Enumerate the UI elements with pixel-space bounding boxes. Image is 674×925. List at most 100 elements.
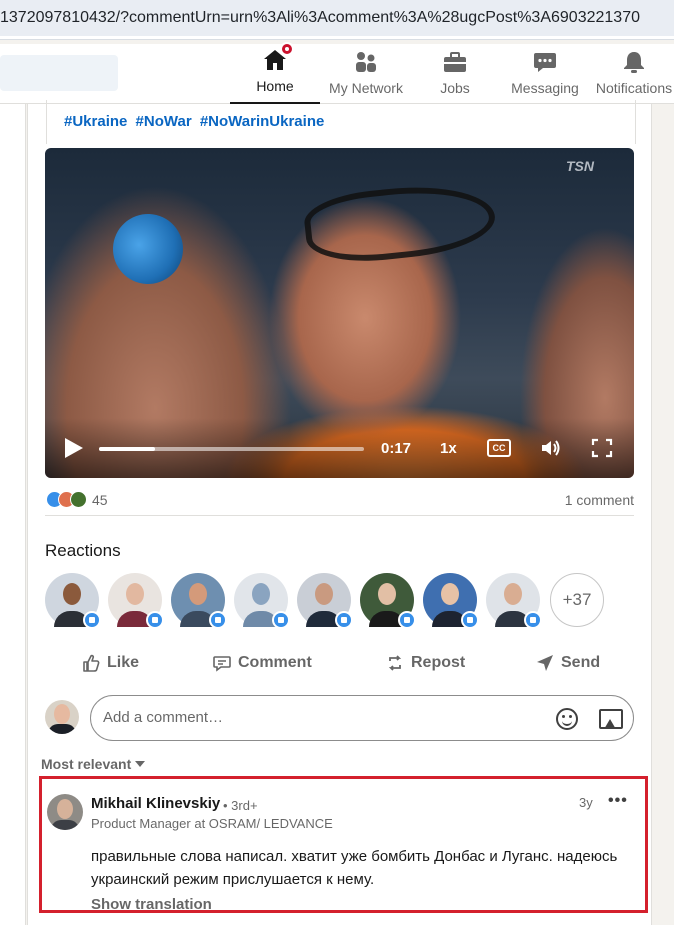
video-watermark: TSN bbox=[566, 158, 594, 174]
repost-button[interactable]: Repost bbox=[385, 643, 465, 683]
comment-placeholder: Add a comment… bbox=[103, 709, 224, 726]
like-badge-icon bbox=[398, 611, 416, 629]
reactor-avatar[interactable] bbox=[486, 573, 542, 629]
video-progress-bar[interactable] bbox=[99, 447, 364, 451]
commenter-name[interactable]: Mikhail Klinevskiy bbox=[91, 795, 220, 812]
repost-label: Repost bbox=[411, 654, 466, 671]
comment-sort-dropdown[interactable]: Most relevant bbox=[41, 756, 146, 772]
caret-down-icon bbox=[135, 761, 146, 767]
reaction-icons[interactable] bbox=[46, 491, 90, 509]
top-navigation: Home My Network Jobs Messaging Notificat… bbox=[0, 42, 674, 104]
bell-icon bbox=[621, 50, 647, 74]
play-icon[interactable] bbox=[65, 438, 83, 458]
like-label: Like bbox=[107, 654, 140, 671]
volume-icon[interactable] bbox=[540, 438, 562, 458]
current-user-avatar bbox=[45, 700, 79, 734]
hashtag-link[interactable]: #NoWarinUkraine bbox=[200, 113, 324, 130]
camera-scribble bbox=[301, 178, 499, 268]
connection-degree: • 3rd+ bbox=[223, 798, 258, 813]
like-badge-icon bbox=[83, 611, 101, 629]
hashtag-link[interactable]: #NoWar bbox=[136, 113, 192, 130]
comment-text: правильные слова написал. хватит уже бом… bbox=[91, 848, 618, 888]
send-icon bbox=[535, 653, 555, 673]
more-reactors-button[interactable]: +37 bbox=[550, 573, 604, 627]
post-hashtags: #Ukraine #NoWar #NoWarinUkraine bbox=[64, 113, 328, 130]
commenter-headline: Product Manager at OSRAM/ LEDVANCE bbox=[91, 816, 333, 831]
reactor-avatar[interactable] bbox=[45, 573, 101, 629]
comment-options-button[interactable]: ••• bbox=[608, 792, 628, 810]
reactor-avatar[interactable] bbox=[234, 573, 290, 629]
closed-captions-icon[interactable]: CC bbox=[487, 439, 511, 457]
avatar-face bbox=[378, 583, 396, 605]
nav-network-label: My Network bbox=[329, 80, 403, 96]
video-progress-fill bbox=[99, 447, 155, 451]
commenter-avatar[interactable] bbox=[47, 794, 83, 830]
avatar-body bbox=[48, 724, 76, 734]
marker-pen bbox=[103, 204, 193, 294]
avatar-face bbox=[315, 583, 333, 605]
like-badge-icon bbox=[335, 611, 353, 629]
comment-label: Comment bbox=[238, 654, 312, 671]
like-badge-icon bbox=[461, 611, 479, 629]
reactor-avatar[interactable] bbox=[171, 573, 227, 629]
send-button[interactable]: Send bbox=[535, 643, 600, 683]
nav-messaging-label: Messaging bbox=[511, 80, 579, 96]
nav-my-network[interactable]: My Network bbox=[325, 44, 407, 104]
avatar-face bbox=[63, 583, 81, 605]
nav-jobs[interactable]: Jobs bbox=[420, 44, 490, 104]
avatar-face bbox=[54, 704, 70, 724]
notification-badge bbox=[280, 42, 294, 56]
social-counts-bar: 45 1 comment bbox=[45, 490, 634, 516]
url-text[interactable]: 1372097810432/?commentUrn=urn%3Ali%3Acom… bbox=[0, 0, 674, 36]
people-icon bbox=[353, 50, 379, 74]
comment-count-link[interactable]: 1 comment bbox=[565, 492, 634, 508]
nav-home[interactable]: Home bbox=[230, 42, 320, 104]
reactor-avatar[interactable] bbox=[360, 573, 416, 629]
reactor-avatar[interactable] bbox=[108, 573, 164, 629]
left-sidebar bbox=[0, 104, 26, 925]
playback-speed-button[interactable]: 1x bbox=[440, 440, 457, 457]
fullscreen-icon[interactable] bbox=[591, 438, 613, 458]
reactor-avatar[interactable] bbox=[297, 573, 353, 629]
post-action-bar: Like Comment Repost Send bbox=[45, 643, 634, 683]
sort-label: Most relevant bbox=[41, 756, 132, 772]
reactor-avatar[interactable] bbox=[423, 573, 479, 629]
avatar-face bbox=[189, 583, 207, 605]
like-badge-icon bbox=[272, 611, 290, 629]
video-time: 0:17 bbox=[381, 440, 412, 457]
avatar-face bbox=[504, 583, 522, 605]
nav-messaging[interactable]: Messaging bbox=[505, 44, 585, 104]
hashtag-link[interactable]: #Ukraine bbox=[64, 113, 127, 130]
nav-jobs-label: Jobs bbox=[440, 80, 470, 96]
like-badge-icon bbox=[524, 611, 542, 629]
highlighted-comment: Mikhail Klinevskiy • 3rd+ Product Manage… bbox=[39, 776, 648, 913]
like-badge-icon bbox=[209, 611, 227, 629]
briefcase-icon bbox=[442, 50, 468, 74]
comment-icon bbox=[212, 653, 232, 673]
browser-address-bar[interactable]: 1372097810432/?commentUrn=urn%3Ali%3Acom… bbox=[0, 0, 674, 40]
home-icon bbox=[262, 42, 294, 72]
reaction-count[interactable]: 45 bbox=[92, 492, 108, 508]
celebrate-reaction-icon bbox=[70, 491, 87, 508]
comment-button[interactable]: Comment bbox=[212, 643, 312, 683]
avatar-face bbox=[441, 583, 459, 605]
nav-home-label: Home bbox=[256, 78, 294, 94]
image-icon[interactable] bbox=[599, 709, 623, 729]
add-comment-input[interactable]: Add a comment… bbox=[90, 695, 634, 741]
nav-notifications[interactable]: Notifications bbox=[594, 44, 674, 104]
repost-icon bbox=[385, 653, 405, 673]
avatar-face bbox=[57, 799, 73, 819]
avatar-body bbox=[51, 820, 79, 830]
reactors-list: +37 bbox=[45, 573, 634, 629]
avatar-face bbox=[252, 583, 270, 605]
comment-time: 3y bbox=[579, 795, 593, 810]
like-badge-icon bbox=[146, 611, 164, 629]
emoji-icon[interactable] bbox=[556, 708, 578, 730]
show-translation-button[interactable]: Show translation bbox=[91, 896, 212, 913]
video-player[interactable]: TSN 0:17 1x CC bbox=[45, 148, 634, 478]
like-button[interactable]: Like bbox=[81, 643, 139, 683]
avatar-face bbox=[126, 583, 144, 605]
send-label: Send bbox=[561, 654, 601, 671]
nav-notifications-label: Notifications bbox=[595, 80, 673, 96]
search-input[interactable] bbox=[0, 55, 118, 91]
